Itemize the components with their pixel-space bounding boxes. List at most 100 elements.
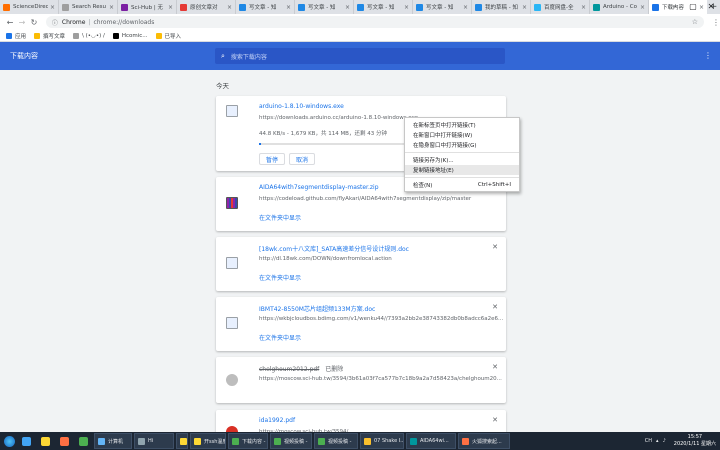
taskbar-app-button[interactable]: Hi <box>134 433 174 449</box>
tray-overflow-icon[interactable]: ▴ <box>656 438 659 444</box>
show-in-folder-link[interactable]: 在文件夹中显示 <box>259 333 301 342</box>
file-name-link[interactable]: ida1992.pdf <box>259 417 295 424</box>
search-downloads-input[interactable]: ⌕ 搜索下载内容 <box>215 48 505 64</box>
file-url-link[interactable]: http://dl.18wk.com/DOWN/downfromlocal.ac… <box>259 256 392 262</box>
address-separator: | <box>88 18 91 26</box>
search-icon: ⌕ <box>221 51 225 60</box>
media-icon[interactable] <box>56 434 72 448</box>
browser-tab[interactable]: Search Resu × <box>59 0 118 14</box>
browser-tab[interactable]: 写文章 - 知 × <box>295 0 354 14</box>
browser-tab[interactable]: Sci-Hub | 无 × <box>118 0 177 14</box>
context-menu-item[interactable]: 复制链接地址(E) <box>405 165 519 175</box>
taskbar-app-button[interactable]: 开ssh温度 <box>190 433 226 449</box>
app-label: 计算机 <box>108 438 124 445</box>
tab-title: 百度网盘-全 <box>544 5 574 11</box>
close-tab-icon[interactable]: × <box>109 4 114 11</box>
browser-tab[interactable]: Arduino - Co × <box>590 0 649 14</box>
remove-item-icon[interactable]: ✕ <box>492 416 498 424</box>
close-tab-icon[interactable]: × <box>227 4 232 11</box>
chrome-icon[interactable] <box>75 434 91 448</box>
tab-favicon-icon <box>239 3 246 11</box>
tab-favicon-icon <box>593 3 600 11</box>
close-tab-icon[interactable]: × <box>640 4 645 11</box>
taskbar-app-button[interactable]: 07 Shake I... <box>360 433 404 449</box>
cancel-button[interactable]: 取消 <box>289 153 315 165</box>
tab-favicon-icon <box>180 3 187 11</box>
taskbar-app-button[interactable]: 视频投稿 - <box>270 433 312 449</box>
browser-tab[interactable]: ScienceDirec × <box>0 0 59 14</box>
show-in-folder-link[interactable]: 在文件夹中显示 <box>259 273 301 282</box>
maximize-button[interactable]: ▢ <box>684 0 702 14</box>
taskbar-app-button[interactable]: 下载内容 - <box>228 433 268 449</box>
file-url-link[interactable]: https://moscow.sci-hub.tw/3594/3b61a03f7… <box>259 376 502 382</box>
file-name-link[interactable]: arduino-1.8.10-windows.exe <box>259 103 344 110</box>
start-button[interactable] <box>0 432 18 450</box>
close-tab-icon[interactable]: × <box>50 4 55 11</box>
close-window-button[interactable]: ✕ <box>702 0 720 14</box>
context-menu-item[interactable]: 在新窗口中打开链接(W) <box>405 130 519 140</box>
pause-button[interactable]: 暂停 <box>259 153 285 165</box>
download-item: chelghoum2012.pdf 已删除 ✕ https://moscow.sc… <box>216 357 506 403</box>
forward-button[interactable]: → <box>16 18 28 27</box>
context-menu-item[interactable]: 在新标签页中打开链接(T) <box>405 120 519 130</box>
browser-tab[interactable]: 原创文章对 × <box>177 0 236 14</box>
bookmark-icon <box>112 32 119 39</box>
bookmark-label: 撰写文章 <box>43 33 66 40</box>
chrome-menu-icon[interactable]: ⋮ <box>712 18 720 27</box>
close-tab-icon[interactable]: × <box>581 4 586 11</box>
clock[interactable]: 15:57 2020/1/11 星期六 <box>674 434 716 448</box>
close-tab-icon[interactable]: × <box>168 4 173 11</box>
context-menu-item[interactable]: 检查(N) Ctrl+Shift+I <box>405 180 519 190</box>
close-tab-icon[interactable]: × <box>463 4 468 11</box>
taskbar-app-button[interactable]: 火狐搜索起... <box>458 433 510 449</box>
reload-button[interactable]: ↻ <box>28 18 40 27</box>
browser-tab[interactable]: 写文章 - 知 × <box>236 0 295 14</box>
taskbar-app-button[interactable]: AIDA64wi... <box>406 433 456 449</box>
close-tab-icon[interactable]: × <box>345 4 350 11</box>
bookmark-item[interactable]: 已导入 <box>155 32 182 40</box>
address-bar[interactable]: ⓘ Chrome | chrome://downloads ☆ <box>45 16 705 28</box>
taskbar-app-button[interactable] <box>176 433 188 449</box>
bookmark-item[interactable]: \ (•◡•) / <box>73 32 105 39</box>
deleted-tag: 已删除 <box>325 366 344 373</box>
browser-tab[interactable]: 我的草稿 - 知 × <box>472 0 531 14</box>
remove-item-icon[interactable]: ✕ <box>492 363 498 371</box>
app-label: 开ssh温度 <box>204 438 226 445</box>
file-url-link[interactable]: https://downloads.arduino.cc/arduino-1.8… <box>259 115 418 121</box>
taskbar-app-button[interactable]: 计算机 <box>94 433 132 449</box>
context-menu-item[interactable]: 在隐身窗口中打开链接(G) <box>405 140 519 150</box>
taskbar-app-button[interactable]: 视频投稿 - <box>314 433 358 449</box>
menu-item-shortcut: Ctrl+Shift+I <box>477 182 511 188</box>
bookmark-item[interactable]: Hcomic... <box>112 32 148 39</box>
site-info-icon[interactable]: ⓘ <box>52 18 58 27</box>
file-url-link[interactable]: https://wkbjcloudbos.bdimg.com/v1/wenku4… <box>259 316 503 322</box>
remove-item-icon[interactable]: ✕ <box>492 243 498 251</box>
close-tab-icon[interactable]: × <box>404 4 409 11</box>
bookmark-star-icon[interactable]: ☆ <box>692 18 698 26</box>
file-url-link[interactable]: https://codeload.github.com/flyAkari/AID… <box>259 196 471 202</box>
close-tab-icon[interactable]: × <box>522 4 527 11</box>
doc-file-icon <box>226 317 238 329</box>
bookmark-label: 已导入 <box>164 33 182 40</box>
app-label: 下载内容 - <box>242 438 266 445</box>
volume-icon[interactable]: ♪ <box>663 438 666 444</box>
minimize-button[interactable]: – <box>666 0 684 14</box>
close-tab-icon[interactable]: × <box>286 4 291 11</box>
browser-tab[interactable]: 写文章 - 知 × <box>354 0 413 14</box>
file-name-link[interactable]: IBMT42-8550M芯片组超频133M方案.doc <box>259 304 375 313</box>
explorer-icon[interactable] <box>37 434 53 448</box>
more-actions-icon[interactable]: ⋮ <box>704 51 712 60</box>
bookmark-item[interactable]: 撰写文章 <box>34 32 65 40</box>
file-name-link[interactable]: [18wk.com十八文库]_SATA高速差分信号设计规则.doc <box>259 244 409 253</box>
ie-icon[interactable] <box>18 434 34 448</box>
browser-tab[interactable]: 百度网盘-全 × <box>531 0 590 14</box>
back-button[interactable]: ← <box>4 18 16 27</box>
input-method-indicator[interactable]: CH <box>645 438 652 444</box>
file-name-link[interactable]: AIDA64with7segmentdisplay-master.zip <box>259 184 379 191</box>
show-in-folder-link[interactable]: 在文件夹中显示 <box>259 213 301 222</box>
browser-tab[interactable]: 写文章 - 知 × <box>413 0 472 14</box>
windows-logo-icon <box>3 435 15 447</box>
remove-item-icon[interactable]: ✕ <box>492 303 498 311</box>
context-menu-item[interactable]: 链接另存为(K)... <box>405 155 519 165</box>
bookmark-item[interactable]: 应用 <box>6 32 26 40</box>
